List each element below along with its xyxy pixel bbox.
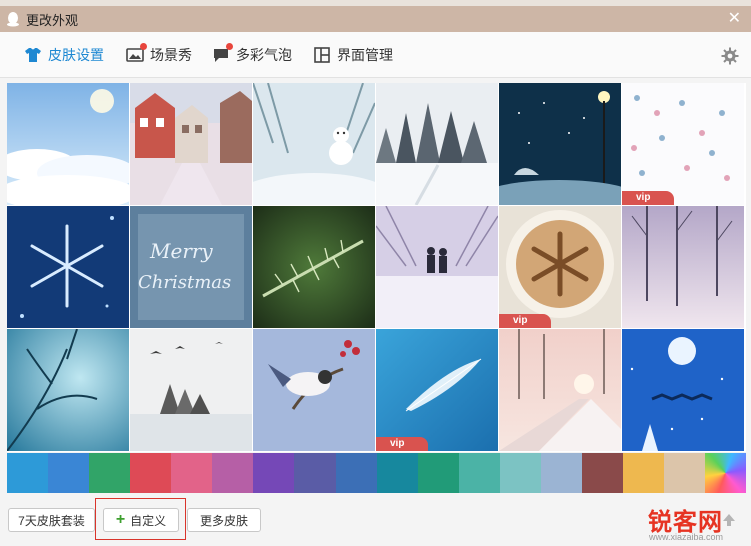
skin-thumbnail-snowflake-pattern[interactable]: vip	[622, 83, 744, 205]
tab-label: 多彩气泡	[236, 47, 292, 63]
skin-thumbnail-sunset-bridge[interactable]	[499, 329, 621, 451]
skin-thumbnail-birds-over-lake[interactable]	[130, 329, 252, 451]
vip-badge: vip	[499, 314, 551, 328]
skin-thumbnail-moon-reindeer[interactable]	[622, 329, 744, 451]
color-swatch[interactable]	[130, 453, 172, 493]
skin-thumbnail-snowy-forest[interactable]	[376, 83, 498, 205]
button-label: 更多皮肤	[199, 513, 248, 528]
picture-icon	[126, 43, 147, 64]
skin-thumbnail-frozen-branches[interactable]	[7, 329, 129, 451]
skin-package-button[interactable]: 7天皮肤套装	[8, 508, 95, 532]
more-skins-button[interactable]: 更多皮肤	[187, 508, 261, 532]
color-swatch[interactable]	[376, 453, 418, 493]
button-label: 7天皮肤套装	[18, 513, 85, 528]
qq-penguin-icon	[7, 12, 19, 27]
tab-scene-show[interactable]: 场景秀	[126, 43, 192, 65]
skin-thumbnail-snowman[interactable]	[253, 83, 375, 205]
color-swatch[interactable]	[335, 453, 377, 493]
plus-icon: +	[115, 511, 126, 528]
arrow-up-icon[interactable]	[721, 512, 737, 528]
skin-thumbnail-pine-branch[interactable]	[253, 206, 375, 328]
badge-dot	[140, 43, 147, 50]
skin-thumbnail-merry-christmas[interactable]: Merry Christmas	[130, 206, 252, 328]
close-button[interactable]: ✕	[728, 10, 741, 28]
shirt-icon	[25, 48, 41, 62]
skin-thumbnail-feather[interactable]: vip	[376, 329, 498, 451]
layout-icon	[314, 47, 330, 63]
tab-color-bubbles[interactable]: 多彩气泡	[212, 43, 292, 65]
color-swatch[interactable]	[212, 453, 254, 493]
color-swatch[interactable]	[622, 453, 664, 493]
skin-thumbnail-couple-walking[interactable]	[376, 206, 498, 328]
badge-dot	[226, 43, 233, 50]
color-swatch[interactable]	[581, 453, 623, 493]
skin-grid: vip Merry Christmas vip vip	[7, 83, 746, 452]
color-swatch[interactable]	[499, 453, 541, 493]
watermark-url: www.xiazaiba.com	[648, 532, 723, 542]
gear-icon[interactable]	[721, 47, 739, 65]
skin-thumbnail-coffee-snowflake[interactable]: vip	[499, 206, 621, 328]
svg-text:Merry: Merry	[149, 239, 213, 263]
skin-thumbnail-night-lamp[interactable]	[499, 83, 621, 205]
button-label: 自定义	[130, 513, 167, 528]
window-title: 更改外观	[26, 12, 79, 28]
title-bar[interactable]: 更改外观 ✕	[0, 6, 751, 32]
vip-badge: vip	[376, 437, 428, 451]
color-swatch[interactable]	[48, 453, 90, 493]
skin-thumbnail-snowy-street[interactable]	[130, 83, 252, 205]
color-swatch[interactable]	[540, 453, 582, 493]
color-swatch-row	[7, 453, 747, 493]
color-swatch[interactable]	[664, 453, 706, 493]
color-swatch[interactable]	[705, 453, 747, 493]
color-swatch[interactable]	[7, 453, 49, 493]
skin-thumbnail-bird-on-branch[interactable]	[253, 329, 375, 451]
tab-bar: 皮肤设置 场景秀 多彩气泡 界面管理	[0, 32, 751, 78]
skin-thumbnail-misty-trees[interactable]	[622, 206, 744, 328]
color-swatch[interactable]	[89, 453, 131, 493]
svg-text:Christmas: Christmas	[138, 272, 231, 293]
bottom-bar: 7天皮肤套装 + 自定义 更多皮肤 锐客网 www.xiazaiba.com	[0, 494, 751, 546]
skin-thumbnail-snowflake-crystal[interactable]	[7, 206, 129, 328]
custom-button[interactable]: + 自定义	[103, 508, 179, 532]
tab-interface-management[interactable]: 界面管理	[313, 45, 393, 65]
skin-thumbnail-sky-clouds[interactable]	[7, 83, 129, 205]
color-swatch[interactable]	[458, 453, 500, 493]
tab-label: 场景秀	[150, 47, 192, 63]
color-swatch[interactable]	[417, 453, 459, 493]
vip-badge: vip	[622, 191, 674, 205]
color-swatch[interactable]	[171, 453, 213, 493]
tab-skin-settings[interactable]: 皮肤设置	[24, 45, 104, 65]
color-swatch[interactable]	[294, 453, 336, 493]
color-swatch[interactable]	[253, 453, 295, 493]
tab-label: 皮肤设置	[48, 47, 104, 63]
tab-label: 界面管理	[337, 47, 393, 63]
chat-bubble-icon	[212, 43, 233, 64]
